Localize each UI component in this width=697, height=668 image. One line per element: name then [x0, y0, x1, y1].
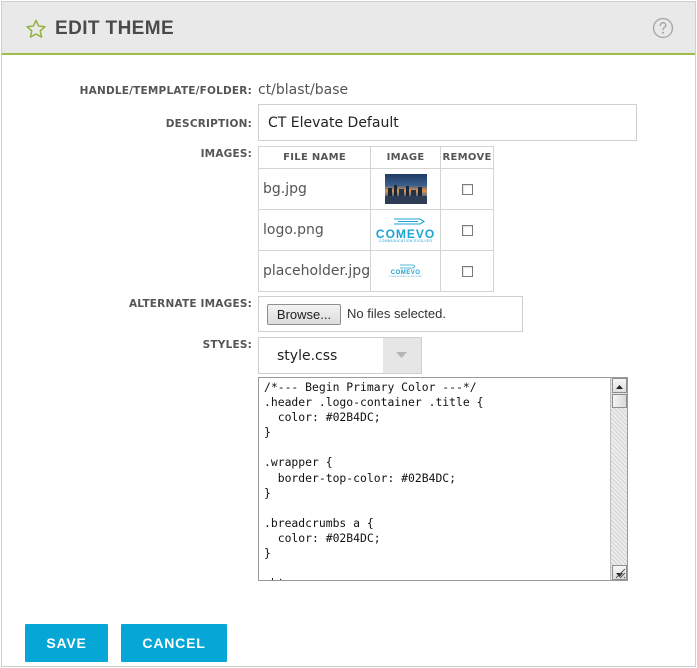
comevo-small-logo-tagline: COMMUNICATION EVOLVED: [388, 276, 423, 278]
description-label: DESCRIPTION:: [165, 118, 252, 130]
remove-checkbox[interactable]: [461, 265, 473, 277]
styles-select[interactable]: style.css: [258, 337, 422, 374]
alternate-images-label: ALTERNATE IMAGES:: [128, 298, 252, 310]
city-sunset-thumbnail[interactable]: [384, 174, 427, 204]
edit-theme-panel: EDIT THEME HANDLE/TEMPLATE/FOLDER: ct/bl…: [1, 1, 696, 667]
styles-selected-value: style.css: [277, 348, 338, 364]
remove-cell: [440, 250, 495, 292]
panel-header: EDIT THEME: [2, 2, 695, 55]
select-arrow[interactable]: [383, 338, 421, 373]
remove-checkbox[interactable]: [461, 224, 473, 236]
save-button[interactable]: SAVE: [25, 624, 108, 662]
scroll-thumb[interactable]: [612, 394, 627, 408]
question-circle-icon[interactable]: [652, 17, 674, 39]
scroll-up-button[interactable]: [612, 378, 627, 393]
file-name-cell: logo.png: [257, 209, 372, 251]
remove-cell: [440, 168, 495, 210]
page-title: EDIT THEME: [55, 18, 175, 39]
comevo-logo-text: COMEVO: [375, 226, 436, 241]
image-cell: COMEVO COMMUNICATION EVOLVED: [370, 250, 442, 292]
handle-value: ct/blast/base: [258, 82, 349, 98]
description-input[interactable]: CT Elevate Default: [258, 104, 637, 141]
images-label: IMAGES:: [200, 148, 252, 160]
image-cell: COMEVO COMMUNICATION EVOLVED: [370, 209, 442, 251]
alternate-images-file-input[interactable]: Browse... No files selected.: [258, 296, 523, 332]
column-header-file-name: FILE NAME: [257, 146, 372, 169]
vertical-scrollbar[interactable]: [610, 378, 627, 580]
resize-grip-icon[interactable]: [614, 567, 626, 579]
comevo-small-logo-thumbnail[interactable]: COMEVO COMMUNICATION EVOLVED: [371, 264, 440, 278]
chevron-down-icon: [396, 352, 407, 358]
no-files-text: No files selected.: [347, 306, 446, 321]
file-name-cell: bg.jpg: [257, 168, 372, 210]
remove-checkbox[interactable]: [461, 183, 473, 195]
styles-code-editor[interactable]: /*--- Begin Primary Color ---*/ .header …: [258, 377, 628, 581]
comevo-logo-thumbnail[interactable]: COMEVO COMMUNICATION EVOLVED: [371, 217, 440, 244]
browse-button[interactable]: Browse...: [267, 304, 341, 325]
column-header-remove: REMOVE: [440, 146, 495, 169]
cancel-button[interactable]: CANCEL: [121, 624, 227, 662]
star-outline-icon[interactable]: [25, 18, 47, 40]
styles-code[interactable]: /*--- Begin Primary Color ---*/ .header …: [259, 378, 627, 580]
styles-label: STYLES:: [202, 339, 252, 351]
column-header-image: IMAGE: [370, 146, 442, 169]
remove-cell: [440, 209, 495, 251]
arrow-up-icon: [616, 385, 623, 389]
image-cell: [370, 168, 442, 210]
handle-label: HANDLE/TEMPLATE/FOLDER:: [79, 85, 252, 97]
table-row: bg.jpg: [257, 168, 495, 210]
table-row: placeholder.jpg COMEVO COMMUNICATION EVO…: [257, 250, 495, 292]
images-table: FILE NAME IMAGE REMOVE bg.jpg logo.png C…: [257, 146, 495, 292]
file-name-cell: placeholder.jpg: [257, 250, 372, 292]
table-row: logo.png COMEVO COMMUNICATION EVOLVED: [257, 209, 495, 251]
comevo-logo-tagline: COMMUNICATION EVOLVED: [378, 238, 433, 243]
